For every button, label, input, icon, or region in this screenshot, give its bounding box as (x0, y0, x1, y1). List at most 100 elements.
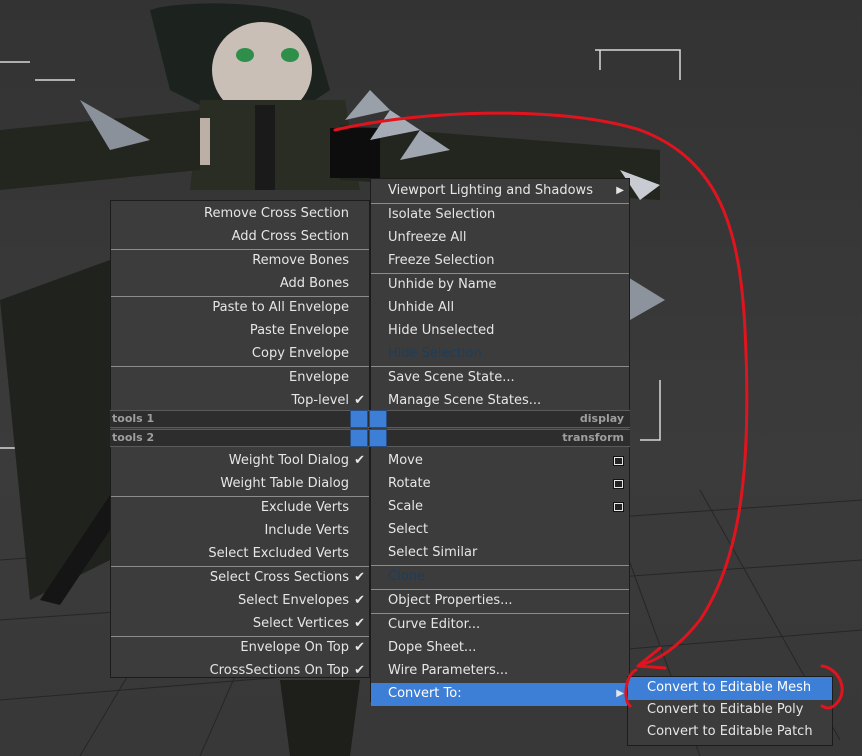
menu-item-label: Include Verts (264, 523, 349, 538)
checkmark-icon: ✔ (354, 593, 365, 608)
menu-item-label: Scale (388, 499, 423, 514)
quad-center-square-tl[interactable] (350, 410, 368, 428)
tools1-label: tools 1 (112, 412, 155, 425)
menu-item-unhide-all[interactable]: Unhide All (371, 297, 629, 320)
menu-item-label: Clone (388, 569, 425, 584)
menu-item-label: Select Envelopes (238, 593, 349, 608)
checkmark-icon: ✔ (354, 616, 365, 631)
menu-item-convert-to[interactable]: Convert To: ▶ (371, 683, 629, 706)
menu-item-remove-bones[interactable]: Remove Bones (111, 250, 369, 273)
menu-item-select-cross-sections[interactable]: Select Cross Sections ✔ (111, 567, 369, 590)
menu-item-label: Convert to Editable Mesh (647, 680, 812, 695)
menu-item-crosssections-on-top[interactable]: CrossSections On Top ✔ (111, 660, 369, 683)
menu-item-label: Envelope (289, 370, 349, 385)
menu-item-label: Select Similar (388, 545, 478, 560)
menu-item-label: Paste Envelope (249, 323, 349, 338)
checkmark-icon: ✔ (354, 570, 365, 585)
display-label: display (579, 412, 624, 425)
menu-item-select-similar[interactable]: Select Similar (371, 542, 629, 565)
menu-item-select[interactable]: Select (371, 519, 629, 542)
menu-item-viewport-lighting-and-shadows[interactable]: Viewport Lighting and Shadows ▶ (371, 180, 629, 203)
menu-item-include-verts[interactable]: Include Verts (111, 520, 369, 543)
menu-item-label: Move (388, 453, 423, 468)
menu-item-label: Dope Sheet... (388, 640, 477, 655)
menu-item-select-vertices[interactable]: Select Vertices ✔ (111, 613, 369, 636)
checkmark-icon: ✔ (354, 663, 365, 678)
menu-item-label: Remove Cross Section (204, 206, 349, 221)
menu-item-label: Remove Bones (252, 253, 349, 268)
submenu-arrow-icon: ▶ (616, 185, 624, 196)
quad-center-square-bl[interactable] (350, 429, 368, 447)
menu-item-label: Convert to Editable Poly (647, 702, 804, 717)
menu-item-label: Select Cross Sections (209, 570, 349, 585)
menu-item-save-scene-state[interactable]: Save Scene State... (371, 367, 629, 390)
menu-item-label: Freeze Selection (388, 253, 495, 268)
menu-item-envelope-on-top[interactable]: Envelope On Top ✔ (111, 637, 369, 660)
checkmark-icon: ✔ (354, 393, 365, 408)
menu-item-label: Top-level (291, 393, 349, 408)
menu-item-label: Select (388, 522, 429, 537)
settings-box-icon[interactable] (613, 479, 624, 489)
menu-item-add-bones[interactable]: Add Bones (111, 273, 369, 296)
menu-item-paste-envelope[interactable]: Paste Envelope (111, 320, 369, 343)
menu-item-move[interactable]: Move (371, 450, 629, 473)
menu-item-label: Hide Selection (388, 346, 482, 361)
menu-item-scale[interactable]: Scale (371, 496, 629, 519)
menu-item-convert-to-editable-patch[interactable]: Convert to Editable Patch (628, 721, 832, 744)
menu-item-dope-sheet[interactable]: Dope Sheet... (371, 637, 629, 660)
menu-item-label: Convert to Editable Patch (647, 724, 813, 739)
menu-item-convert-to-editable-mesh[interactable]: Convert to Editable Mesh (628, 677, 832, 700)
menu-item-add-cross-section[interactable]: Add Cross Section (111, 226, 369, 249)
menu-item-label: Add Bones (279, 276, 349, 291)
submenu-arrow-icon: ▶ (616, 688, 624, 699)
menu-item-convert-to-editable-poly[interactable]: Convert to Editable Poly (628, 699, 832, 722)
menu-item-unfreeze-all[interactable]: Unfreeze All (371, 227, 629, 250)
menu-item-label: Weight Tool Dialog (228, 453, 349, 468)
menu-item-hide-selection: Hide Selection (371, 343, 629, 366)
menu-item-weight-table-dialog[interactable]: Weight Table Dialog (111, 473, 369, 496)
menu-item-label: Select Vertices (252, 616, 349, 631)
quad-center-square-br[interactable] (369, 429, 387, 447)
settings-box-icon[interactable] (613, 502, 624, 512)
menu-item-weight-tool-dialog[interactable]: Weight Tool Dialog ✔ (111, 450, 369, 473)
checkmark-icon: ✔ (354, 453, 365, 468)
menu-item-object-properties[interactable]: Object Properties... (371, 590, 629, 613)
menu-item-select-excluded-verts[interactable]: Select Excluded Verts (111, 543, 369, 566)
convert-to-submenu: Convert to Editable Mesh Convert to Edita… (627, 676, 833, 746)
menu-item-rotate[interactable]: Rotate (371, 473, 629, 496)
menu-item-exclude-verts[interactable]: Exclude Verts (111, 497, 369, 520)
menu-item-label: Unhide All (388, 300, 455, 315)
menu-item-label: Weight Table Dialog (220, 476, 349, 491)
menu-item-label: Unhide by Name (388, 277, 497, 292)
menu-item-hide-unselected[interactable]: Hide Unselected (371, 320, 629, 343)
menu-item-label: Save Scene State... (388, 370, 515, 385)
menu-item-wire-parameters[interactable]: Wire Parameters... (371, 660, 629, 683)
menu-item-select-envelopes[interactable]: Select Envelopes ✔ (111, 590, 369, 613)
menu-item-copy-envelope[interactable]: Copy Envelope (111, 343, 369, 366)
menu-item-clone: Clone (371, 566, 629, 589)
menu-item-label: Paste to All Envelope (212, 300, 349, 315)
menu-item-label: Wire Parameters... (388, 663, 509, 678)
menu-item-label: Isolate Selection (388, 207, 496, 222)
menu-item-label: Convert To: (388, 686, 462, 701)
menu-item-label: Envelope On Top (240, 640, 349, 655)
menu-item-paste-to-all-envelope[interactable]: Paste to All Envelope (111, 297, 369, 320)
transform-label: transform (562, 431, 624, 444)
menu-item-freeze-selection[interactable]: Freeze Selection (371, 250, 629, 273)
menu-item-label: Manage Scene States... (388, 393, 542, 408)
menu-item-label: Exclude Verts (260, 500, 349, 515)
menu-item-label: Curve Editor... (388, 617, 481, 632)
quad-center-square-tr[interactable] (369, 410, 387, 428)
menu-item-envelope[interactable]: Envelope (111, 367, 369, 390)
tools2-label: tools 2 (112, 431, 155, 444)
menu-item-curve-editor[interactable]: Curve Editor... (371, 614, 629, 637)
menu-item-remove-cross-section[interactable]: Remove Cross Section (111, 203, 369, 226)
menu-item-label: Copy Envelope (251, 346, 349, 361)
menu-item-label: Viewport Lighting and Shadows (388, 183, 593, 198)
menu-item-label: Add Cross Section (231, 229, 349, 244)
menu-item-label: Object Properties... (388, 593, 513, 608)
settings-box-icon[interactable] (613, 456, 624, 466)
menu-item-isolate-selection[interactable]: Isolate Selection (371, 204, 629, 227)
menu-item-unhide-by-name[interactable]: Unhide by Name (371, 274, 629, 297)
menu-item-label: Hide Unselected (388, 323, 495, 338)
